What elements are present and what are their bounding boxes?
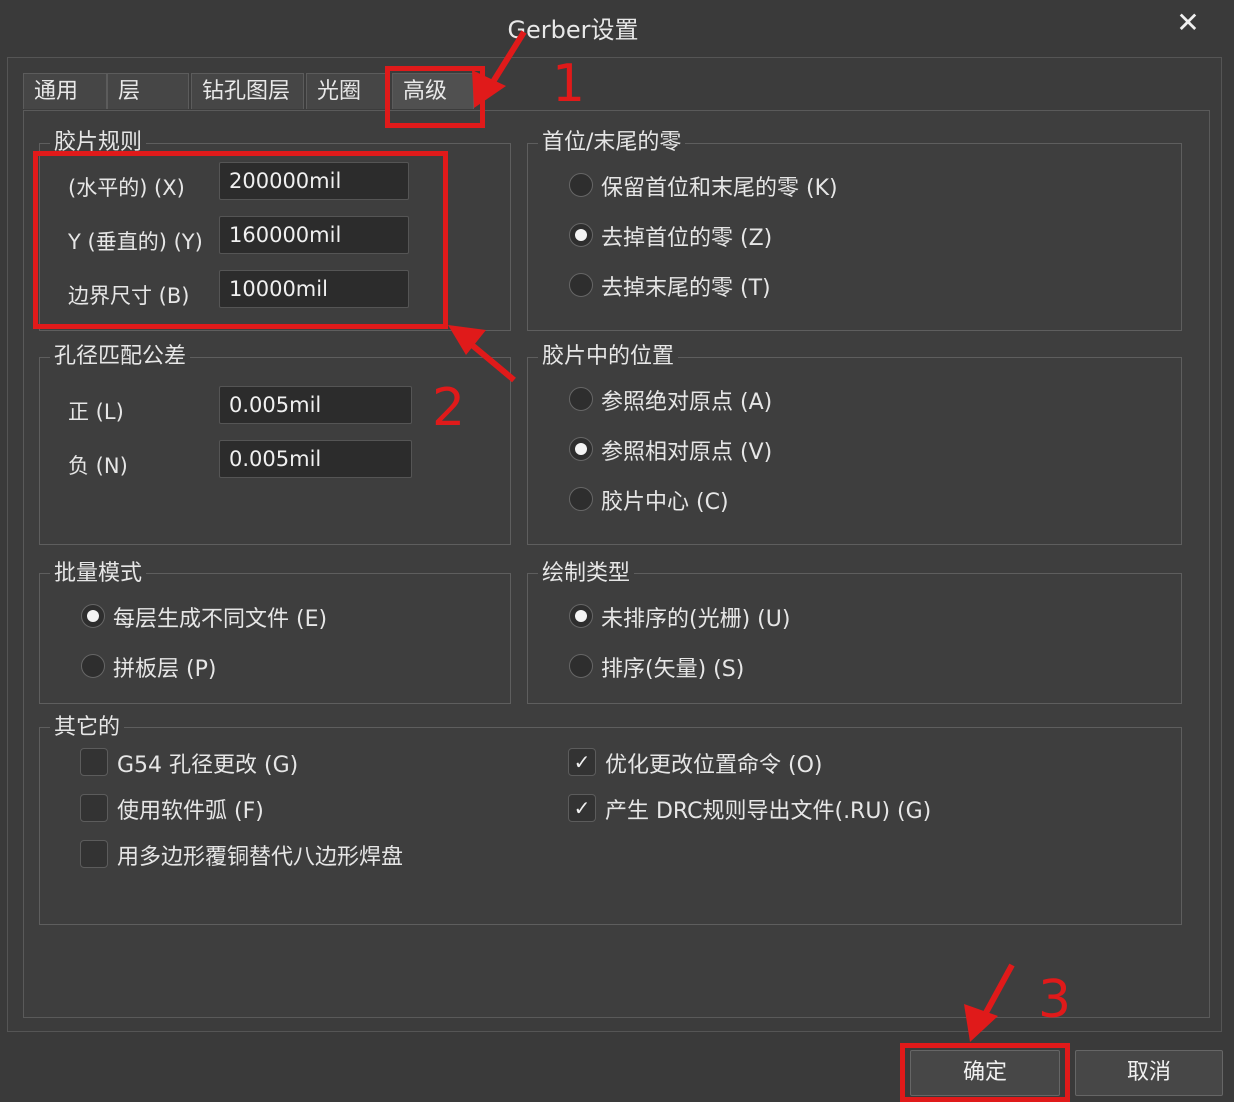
arrow-1-head [472, 70, 506, 108]
arrow-3-head [964, 1004, 998, 1042]
arrow-3-shaft [979, 963, 1015, 1022]
annotation-arrows [448, 30, 1015, 1042]
arrow-2-shaft [464, 337, 516, 383]
